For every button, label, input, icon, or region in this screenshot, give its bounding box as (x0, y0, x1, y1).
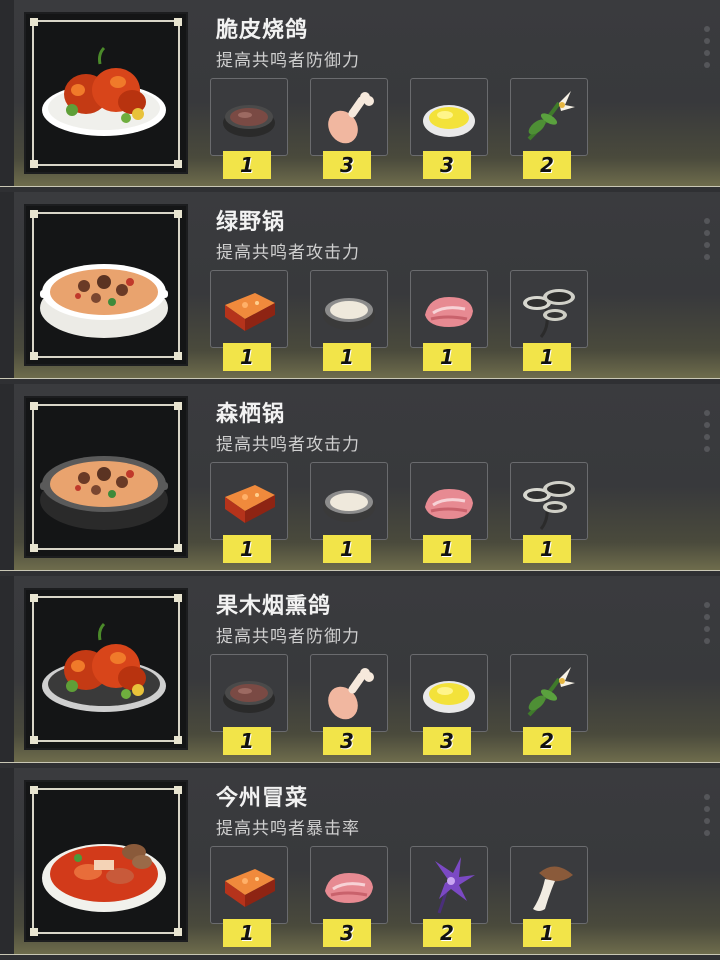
frame-corner (30, 786, 38, 794)
ingredient-quantity: 1 (323, 343, 371, 371)
ingredient-quantity: 1 (223, 151, 271, 179)
frame-corner (174, 402, 182, 410)
ingredient-quantity: 1 (323, 535, 371, 563)
ingredient-slot[interactable]: 1 (410, 462, 488, 563)
frame-corner (174, 594, 182, 602)
ingredient-quantity: 1 (523, 919, 571, 947)
frame-corner (30, 544, 38, 552)
recipe-effect: 提高共鸣者攻击力 (216, 243, 360, 263)
ingredient-slot[interactable]: 1 (210, 654, 288, 755)
ingredient-quantity: 3 (423, 727, 471, 755)
ingredient-quantity: 1 (423, 535, 471, 563)
ingredient-slot[interactable]: 1 (510, 270, 588, 371)
ingredient-slot[interactable]: 1 (510, 846, 588, 947)
frame-corner (30, 594, 38, 602)
ingredient-quantity: 1 (523, 535, 571, 563)
frame-corner (174, 18, 182, 26)
dish-thumbnail[interactable] (24, 12, 188, 174)
ingredient-slot[interactable]: 1 (210, 78, 288, 179)
recipe-card[interactable]: 果木烟熏鸽提高共鸣者防御力 1 3 3 2 (0, 576, 720, 763)
recipe-list: 脆皮烧鸽 提高共鸣者防御力 1 3 3 2 绿野锅 提高共鸣者攻击力 1 1 1 1 森栖锅 提高共鸣… (0, 0, 720, 960)
ingredient-slot[interactable]: 1 (310, 462, 388, 563)
scroll-indicator (704, 218, 710, 266)
ingredient-slot[interactable]: 1 (410, 270, 488, 371)
scroll-indicator (704, 794, 710, 842)
recipe-card[interactable]: 绿野锅提高共鸣者攻击力 1 1 1 1 (0, 192, 720, 379)
ingredient-slot[interactable]: 1 (210, 846, 288, 947)
frame-corner (30, 210, 38, 218)
ingredient-slot[interactable]: 3 (310, 654, 388, 755)
recipe-name: 脆皮烧鸽 (216, 18, 309, 43)
recipe-name: 果木烟熏鸽 (216, 594, 332, 619)
recipe-card[interactable]: 今州冒菜提高共鸣者暴击率 1 3 2 1 (0, 768, 720, 955)
frame-corner (174, 160, 182, 168)
ingredient-quantity: 3 (323, 151, 371, 179)
frame-corner (174, 928, 182, 936)
ingredient-slot[interactable]: 1 (210, 270, 288, 371)
dish-thumbnail[interactable] (24, 780, 188, 942)
dish-thumbnail[interactable] (24, 396, 188, 558)
recipe-effect: 提高共鸣者攻击力 (216, 435, 360, 455)
ingredient-quantity: 3 (423, 151, 471, 179)
ingredient-slot[interactable]: 1 (510, 462, 588, 563)
ingredient-slot[interactable]: 1 (310, 270, 388, 371)
ingredient-slot[interactable]: 2 (510, 78, 588, 179)
ingredient-quantity: 3 (323, 919, 371, 947)
ingredient-slot[interactable]: 3 (310, 846, 388, 947)
dish-thumbnail[interactable] (24, 588, 188, 750)
ingredient-quantity: 1 (223, 727, 271, 755)
ingredient-slot[interactable]: 3 (410, 78, 488, 179)
recipe-effect: 提高共鸣者防御力 (216, 627, 360, 647)
frame-corner (30, 352, 38, 360)
recipe-effect: 提高共鸣者防御力 (216, 51, 360, 71)
frame-corner (174, 352, 182, 360)
recipe-name: 今州冒菜 (216, 786, 309, 811)
frame-corner (30, 160, 38, 168)
frame-corner (30, 18, 38, 26)
ingredient-quantity: 2 (423, 919, 471, 947)
ingredient-quantity: 2 (523, 151, 571, 179)
frame-corner (174, 736, 182, 744)
ingredient-quantity: 3 (323, 727, 371, 755)
frame-corner (174, 210, 182, 218)
ingredient-slot[interactable]: 2 (510, 654, 588, 755)
frame-corner (174, 544, 182, 552)
scroll-indicator (704, 602, 710, 650)
ingredient-quantity: 1 (423, 343, 471, 371)
ingredient-slot[interactable]: 2 (410, 846, 488, 947)
dish-thumbnail[interactable] (24, 204, 188, 366)
scroll-indicator (704, 410, 710, 458)
ingredient-quantity: 2 (523, 727, 571, 755)
recipe-effect: 提高共鸣者暴击率 (216, 819, 360, 839)
ingredient-quantity: 1 (223, 343, 271, 371)
frame-corner (30, 928, 38, 936)
recipe-name: 绿野锅 (216, 210, 286, 235)
frame-corner (30, 736, 38, 744)
ingredient-slot[interactable]: 3 (410, 654, 488, 755)
scroll-indicator (704, 26, 710, 74)
ingredient-slot[interactable]: 1 (210, 462, 288, 563)
ingredient-quantity: 1 (223, 919, 271, 947)
ingredient-quantity: 1 (523, 343, 571, 371)
recipe-name: 森栖锅 (216, 402, 286, 427)
recipe-card[interactable]: 森栖锅提高共鸣者攻击力 1 1 1 1 (0, 384, 720, 571)
ingredient-quantity: 1 (223, 535, 271, 563)
frame-corner (30, 402, 38, 410)
recipe-card[interactable]: 脆皮烧鸽提高共鸣者防御力 1 3 3 2 (0, 0, 720, 187)
frame-corner (174, 786, 182, 794)
ingredient-slot[interactable]: 3 (310, 78, 388, 179)
